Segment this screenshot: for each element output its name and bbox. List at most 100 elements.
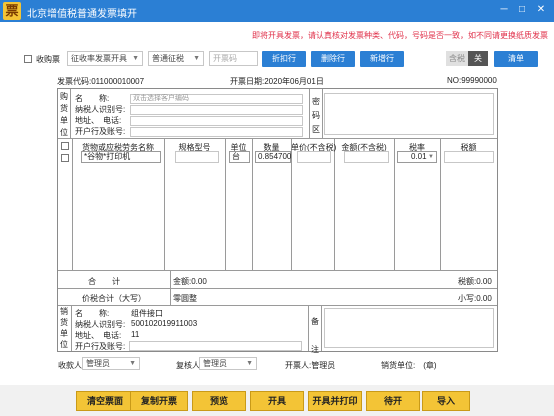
payee-value: 管理员 bbox=[86, 359, 110, 368]
chevron-down-icon: ▼ bbox=[193, 55, 200, 62]
close-button[interactable]: ✕ bbox=[533, 3, 549, 17]
buyer-address-input[interactable] bbox=[130, 116, 303, 126]
cipher-char: 密 bbox=[312, 97, 320, 106]
seller-address-label: 地址、 电话: bbox=[75, 331, 122, 340]
item-amount-input[interactable] bbox=[344, 151, 389, 163]
sum-upper-value: 零圆整 bbox=[173, 294, 197, 303]
invoice-code-label: 发票代码: bbox=[57, 77, 92, 86]
list-button[interactable]: 清单 bbox=[494, 51, 538, 67]
remark-input[interactable] bbox=[324, 308, 494, 348]
seller-taxid-label: 纳税人识别号: bbox=[75, 320, 126, 329]
item-tax-input[interactable] bbox=[444, 151, 494, 163]
item-spec-input[interactable] bbox=[175, 151, 219, 163]
cipher-area bbox=[324, 93, 494, 135]
issue-button[interactable]: 开具 bbox=[250, 391, 304, 411]
chevron-down-icon: ▼ bbox=[132, 55, 139, 62]
buyer-name-label: 名 称: bbox=[75, 94, 110, 103]
item-name-input[interactable]: *谷物*打印机 bbox=[81, 151, 161, 163]
copy-invoice-button[interactable]: 复制开票 bbox=[130, 391, 188, 411]
tax-rate-select[interactable]: 0.01 ▼ bbox=[397, 151, 437, 163]
divider bbox=[252, 139, 253, 270]
divider bbox=[334, 139, 335, 270]
divider bbox=[225, 139, 226, 270]
divider bbox=[72, 139, 73, 270]
buyer-invoice-checkbox[interactable] bbox=[24, 55, 32, 63]
invoice-type-value: 征收率发票开具 bbox=[71, 54, 127, 63]
seller-bank-input[interactable] bbox=[129, 341, 302, 351]
buyer-side-label: 购 货 单 位 bbox=[59, 91, 69, 139]
tax-type-select[interactable]: 普通征税 ▼ bbox=[148, 51, 204, 66]
invoice-date-value: 2020年06月01日 bbox=[264, 77, 324, 86]
divider bbox=[170, 270, 171, 305]
seller-char: 货 bbox=[60, 318, 68, 327]
remark-char: 备 bbox=[311, 317, 319, 326]
pending-button[interactable]: 待开 bbox=[366, 391, 420, 411]
issue-print-button[interactable]: 开具并打印 bbox=[308, 391, 362, 411]
divider bbox=[440, 139, 441, 270]
window-title: 北京增值税普通发票填开 bbox=[27, 9, 137, 20]
invoice-code-value: 011000010007 bbox=[91, 77, 145, 86]
seller-char: 单 bbox=[60, 329, 68, 338]
divider bbox=[71, 305, 72, 351]
invoice-type-select[interactable]: 征收率发票开具 ▼ bbox=[67, 51, 143, 66]
import-button[interactable]: 导入 bbox=[422, 391, 470, 411]
seller-address-value: 11 bbox=[131, 330, 140, 339]
item-price-input[interactable] bbox=[297, 151, 331, 163]
buyer-bank-label: 开户行及账号: bbox=[75, 127, 126, 136]
seller-name-label: 名 称: bbox=[75, 309, 110, 318]
sum-upper-label: 价税合计（大写） bbox=[82, 294, 146, 303]
seller-char: 销 bbox=[60, 307, 68, 316]
invoice-number: NO:99990000 bbox=[447, 76, 497, 85]
delete-row-button[interactable]: 删除行 bbox=[311, 51, 355, 67]
select-all-checkbox[interactable] bbox=[61, 142, 69, 150]
seller-char: 位 bbox=[60, 340, 68, 349]
chevron-down-icon: ▼ bbox=[428, 154, 434, 160]
seller-taxid-value: 500102019911003 bbox=[131, 319, 198, 328]
remark-side-label: 备 注 bbox=[310, 308, 320, 364]
warning-notice: 即将开具发票，请认真核对发票种类、代码，号码是否一致，如不同请更换纸质发票 bbox=[252, 31, 548, 40]
divider bbox=[309, 89, 310, 138]
divider bbox=[394, 139, 395, 270]
divider bbox=[308, 305, 309, 351]
buyer-name-input[interactable]: 双击选择客户编码 bbox=[130, 94, 303, 104]
tax-type-value: 普通征税 bbox=[152, 54, 184, 63]
clear-form-button[interactable]: 清空票面 bbox=[76, 391, 134, 411]
item-unit-input[interactable]: 台 bbox=[229, 151, 250, 163]
divider bbox=[58, 305, 497, 306]
add-row-button[interactable]: 新增行 bbox=[360, 51, 404, 67]
total-tax: 税额:0.00 bbox=[458, 277, 492, 286]
seller-side-label: 销 货 单 位 bbox=[59, 306, 69, 350]
invoice-date-label: 开票日期: bbox=[230, 77, 265, 86]
divider bbox=[58, 288, 497, 289]
item-qty-input[interactable]: 0.854700 bbox=[255, 151, 291, 163]
discount-row-button[interactable]: 折扣行 bbox=[262, 51, 306, 67]
minimize-button[interactable]: ─ bbox=[496, 3, 512, 17]
invoice-date: 开票日期:2020年06月01日 bbox=[230, 76, 324, 87]
divider bbox=[321, 305, 322, 351]
buyer-bank-input[interactable] bbox=[130, 127, 303, 137]
chevron-down-icon: ▼ bbox=[129, 360, 136, 367]
buyer-taxid-input[interactable] bbox=[130, 105, 303, 115]
invoice-code-input[interactable]: 开票码 bbox=[209, 51, 258, 66]
buyer-char: 购 bbox=[60, 92, 68, 101]
payee-select[interactable]: 管理员 ▼ bbox=[82, 357, 140, 370]
reviewer-select[interactable]: 管理员 ▼ bbox=[199, 357, 257, 370]
title-bar: 票 北京增值税普通发票填开 ─ □ ✕ bbox=[0, 0, 554, 22]
cipher-char: 区 bbox=[312, 125, 320, 134]
row-checkbox[interactable] bbox=[61, 154, 69, 162]
total-label: 合 计 bbox=[88, 277, 120, 286]
divider bbox=[58, 138, 497, 139]
seller-name-value: 组件接口 bbox=[131, 309, 163, 318]
buyer-invoice-label: 收购票 bbox=[36, 55, 60, 64]
cipher-side-label: 密 码 区 bbox=[311, 95, 321, 137]
cipher-char: 码 bbox=[312, 111, 320, 120]
invoice-code: 发票代码:011000010007 bbox=[57, 76, 144, 87]
maximize-button[interactable]: □ bbox=[514, 3, 530, 17]
buyer-char: 单 bbox=[60, 116, 68, 125]
buyer-char: 货 bbox=[60, 104, 68, 113]
chevron-down-icon: ▼ bbox=[246, 360, 253, 367]
preview-button[interactable]: 预览 bbox=[192, 391, 246, 411]
tax-inclusive-label: 含税 bbox=[446, 51, 468, 66]
drawer-label: 开票人:管理员 bbox=[285, 361, 336, 370]
tax-inclusive-toggle[interactable]: 关 bbox=[468, 51, 488, 66]
